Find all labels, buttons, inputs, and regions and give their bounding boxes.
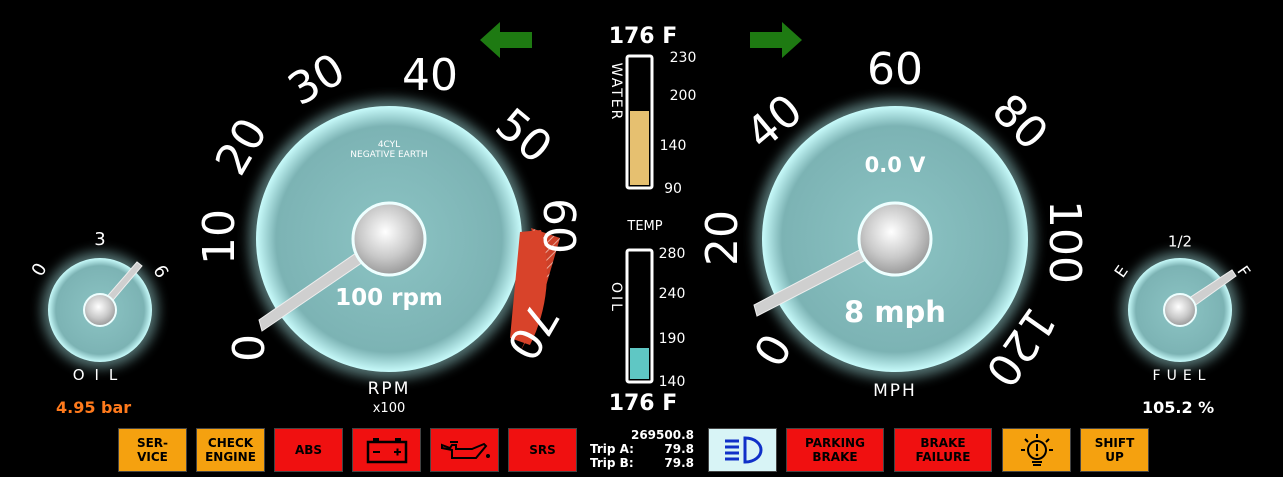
trip-a-label: Trip A:: [590, 442, 634, 456]
brake-failure-lamp: BRAKE FAILURE: [894, 428, 992, 472]
water-scale-140: 140: [660, 138, 687, 154]
fuel-readout: 105.2 %: [1142, 398, 1215, 417]
speed-tick-100: 100: [1039, 200, 1090, 284]
high-beam-icon: [724, 436, 763, 464]
oil-can-icon: [440, 441, 490, 459]
water-scale-200: 200: [670, 88, 697, 104]
check-engine-lamp: CHECK ENGINE: [196, 428, 265, 472]
rpm-tick-60: 60: [533, 198, 584, 254]
oil-scale-240: 240: [659, 286, 686, 302]
parking-brake-lamp: PARKING BRAKE: [786, 428, 884, 472]
oil-pressure-label: OIL: [73, 366, 128, 384]
oil-temp-bar-fill: [630, 348, 649, 379]
gauge-cluster: 4CYL NEGATIVE EARTH 100 rpm 0 10 20 30 4…: [28, 24, 1255, 416]
rpm-tick-10: 10: [194, 209, 245, 265]
fuel-tick-empty: E: [1110, 262, 1131, 281]
engine-info-line2: NEGATIVE EARTH: [350, 150, 427, 160]
rpm-tick-0: 0: [224, 334, 275, 362]
water-scale-230: 230: [670, 50, 697, 66]
speed-tick-20: 20: [697, 210, 748, 266]
oil-pressure-tick-0: 0: [28, 260, 52, 280]
shift-up-lamp: SHIFT UP: [1080, 428, 1149, 472]
water-temp-readout: 176 F: [609, 24, 678, 49]
speed-tick-60: 60: [867, 44, 923, 95]
rpm-label: RPM: [368, 379, 411, 399]
oil-scale-190: 190: [659, 331, 686, 347]
water-temp-bar-fill: [630, 111, 649, 185]
odometer-total: 269500.8: [630, 428, 694, 442]
oil-temp-label: OIL: [608, 282, 624, 314]
trip-b-value: 79.8: [664, 456, 694, 470]
odometer: 269500.8 Trip A: 79.8 Trip B: 79.8: [590, 428, 694, 470]
oil-temp-readout: 176 F: [609, 391, 678, 416]
service-lamp: SER- VICE: [118, 428, 187, 472]
oil-pressure-tick-3: 3: [94, 229, 105, 250]
oil-pressure-lamp: [430, 428, 499, 472]
bulb-warning-lamp: [1002, 428, 1071, 472]
engine-info-line1: 4CYL: [378, 140, 400, 150]
fuel-tick-full: F: [1233, 262, 1254, 280]
rpm-readout: 100 rpm: [335, 285, 443, 311]
rpm-multiplier: x100: [373, 401, 406, 416]
trip-b-label: Trip B:: [590, 456, 634, 470]
trip-a-value: 79.8: [664, 442, 694, 456]
battery-lamp: [352, 428, 421, 472]
oil-pressure-hub: [83, 293, 117, 327]
oil-scale-140: 140: [659, 374, 686, 390]
voltage-readout: 0.0 V: [865, 153, 927, 177]
abs-lamp: ABS: [274, 428, 343, 472]
oil-pressure-tick-6: 6: [148, 262, 172, 282]
oil-pressure-readout: 4.95 bar: [56, 398, 132, 417]
high-beam-lamp: [708, 428, 777, 472]
fuel-tick-half: 1/2: [1168, 233, 1192, 251]
rpm-hub: [351, 201, 427, 277]
speed-hub: [857, 201, 933, 277]
speed-label: MPH: [873, 381, 917, 401]
battery-icon: [366, 438, 407, 464]
oil-scale-280: 280: [659, 246, 686, 262]
srs-lamp: SRS: [508, 428, 577, 472]
fuel-hub: [1163, 293, 1197, 327]
water-scale-90: 90: [664, 181, 682, 197]
bulb-warning-icon: [1020, 434, 1053, 466]
speed-readout: 8 mph: [844, 295, 946, 329]
rpm-tick-30: 30: [280, 44, 354, 116]
temp-section-label: TEMP: [626, 219, 662, 234]
water-temp-label: WATER: [608, 63, 624, 122]
fuel-label: FUEL: [1153, 368, 1212, 384]
rpm-tick-40: 40: [402, 50, 458, 101]
